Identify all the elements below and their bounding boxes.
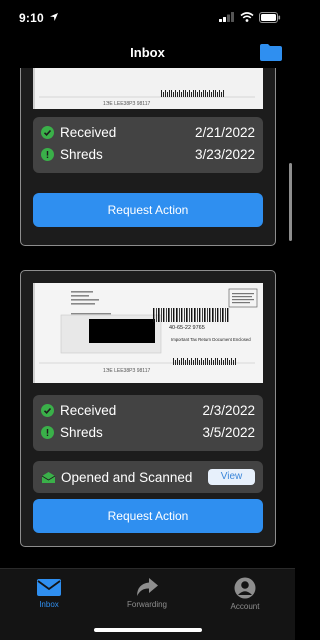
mail-dates-box: Received 2/3/2022 Shreds 3/5/2022 (33, 395, 263, 451)
scan-note-text: Important Tax Return Document Enclosed (171, 337, 251, 342)
status-indicators (219, 11, 281, 23)
scrollbar[interactable] (289, 163, 292, 241)
scan-id-text: 40-65-22 9765 (169, 325, 205, 331)
battery-icon (259, 11, 281, 23)
shreds-row: Shreds 3/23/2022 (33, 145, 263, 165)
opened-scanned-label: Opened and Scanned (61, 470, 193, 485)
request-action-button[interactable]: Request Action (33, 193, 263, 227)
status-bar: 9:10 (0, 0, 295, 36)
mail-card[interactable]: 1ЭЕ LЕЕ38РЗ 98117 Received 2/21/2022 Shr… (20, 68, 276, 246)
shreds-row: Shreds 3/5/2022 (33, 423, 263, 443)
wifi-icon (240, 12, 254, 22)
shreds-label: Shreds (60, 425, 103, 440)
nav-bar: Inbox (0, 36, 295, 68)
person-icon (234, 577, 256, 599)
forward-arrow-icon (137, 578, 158, 596)
alert-circle-icon (41, 426, 54, 439)
page-title: Inbox (130, 45, 165, 60)
mail-scan-image[interactable]: 40-65-22 9765 Important Tax Return Docum… (33, 283, 263, 383)
check-circle-icon (41, 126, 54, 139)
check-circle-icon (41, 404, 54, 417)
alert-circle-icon (41, 148, 54, 161)
shreds-date: 3/23/2022 (194, 147, 255, 162)
open-envelope-icon (41, 472, 56, 483)
mail-scan-image[interactable]: 1ЭЕ LЕЕ38РЗ 98117 (33, 68, 263, 109)
mail-dates-box: Received 2/21/2022 Shreds 3/23/2022 (33, 117, 263, 173)
scan-text: 1ЭЕ LЕЕ38РЗ 98117 (103, 101, 150, 107)
tab-inbox[interactable]: Inbox (9, 577, 89, 623)
status-time: 9:10 (19, 11, 44, 25)
shreds-date: 3/5/2022 (202, 425, 255, 440)
received-date: 2/21/2022 (194, 125, 255, 140)
received-label: Received (60, 125, 117, 140)
tab-inbox-label: Inbox (39, 600, 59, 609)
tab-account-label: Account (230, 602, 260, 611)
location-arrow-icon (50, 13, 58, 21)
tab-forwarding-label: Forwarding (126, 600, 167, 609)
tab-forwarding[interactable]: Forwarding (107, 577, 187, 623)
tab-account[interactable]: Account (205, 577, 285, 623)
received-label: Received (60, 403, 117, 418)
scan-text: 1ЭЕ LЕЕ38РЗ 98117 (103, 368, 150, 374)
envelope-icon (37, 579, 61, 596)
request-action-button[interactable]: Request Action (33, 499, 263, 533)
mail-list[interactable]: 1ЭЕ LЕЕ38РЗ 98117 Received 2/21/2022 Shr… (0, 68, 295, 568)
mail-card[interactable]: 40-65-22 9765 Important Tax Return Docum… (20, 270, 276, 547)
received-row: Received 2/3/2022 (33, 401, 263, 421)
opened-scanned-status: Opened and Scanned View (33, 461, 263, 493)
view-scan-button[interactable]: View (208, 469, 255, 485)
received-date: 2/3/2022 (202, 403, 255, 418)
folder-icon[interactable] (259, 42, 283, 62)
received-row: Received 2/21/2022 (33, 123, 263, 143)
shreds-label: Shreds (60, 147, 103, 162)
signal-icon (219, 12, 234, 22)
home-indicator[interactable] (94, 628, 202, 632)
